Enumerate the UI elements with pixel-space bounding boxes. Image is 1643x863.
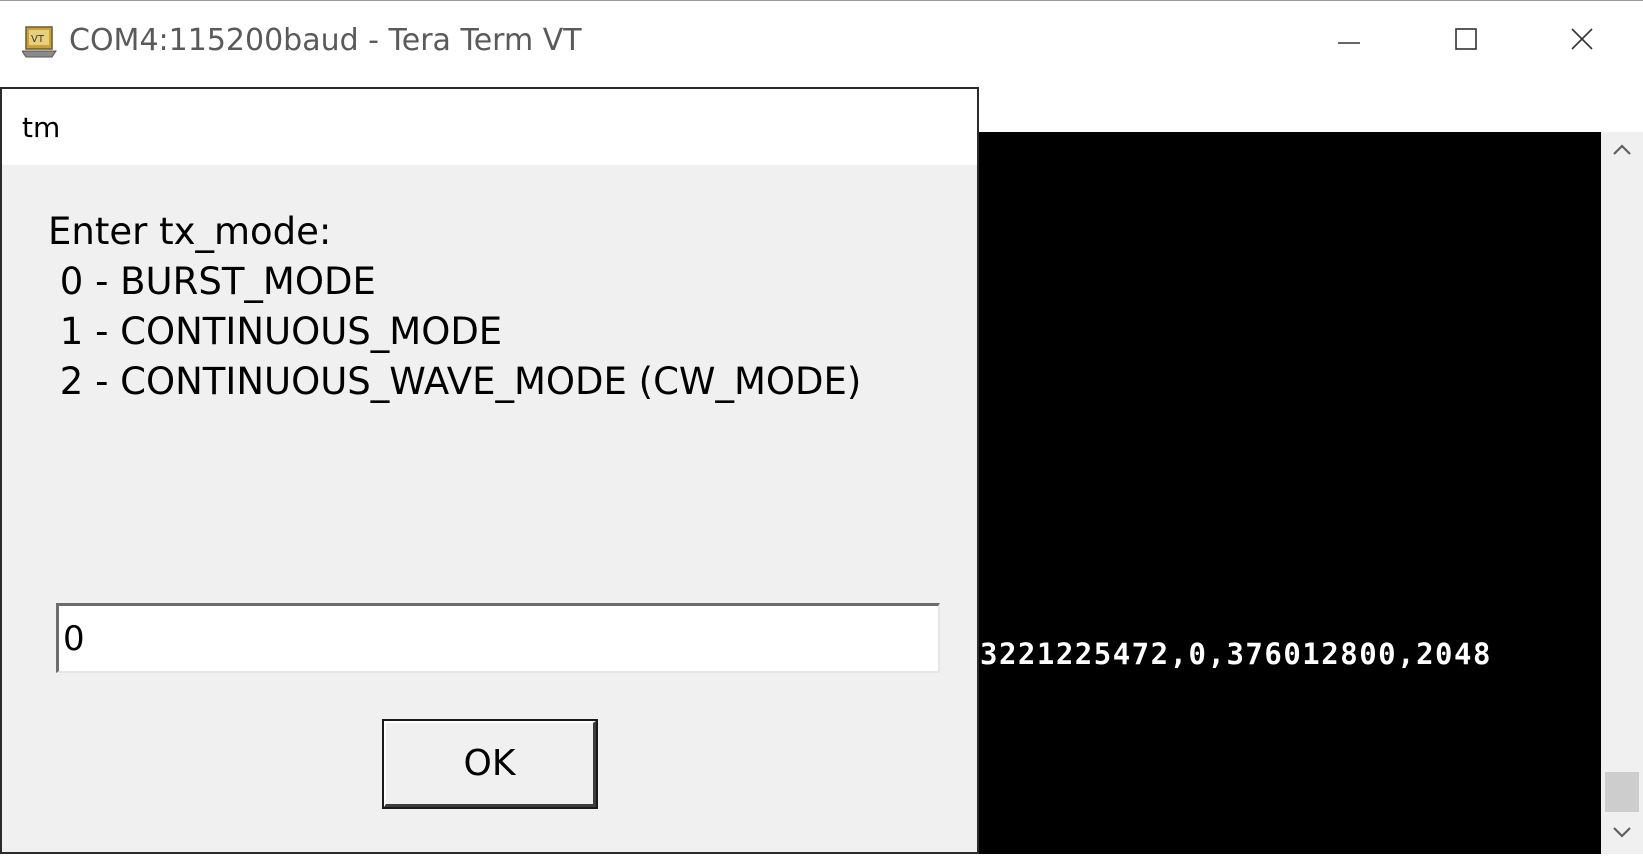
vertical-scrollbar[interactable] xyxy=(1601,132,1643,854)
title-bar: VT COM4:115200baud - Tera Term VT xyxy=(0,1,1643,87)
chevron-up-icon xyxy=(1612,143,1632,161)
terminal-line: 3221225472,0,376012800,2048 xyxy=(980,637,1492,671)
svg-text:VT: VT xyxy=(31,34,45,45)
dialog-message-line: 2 - CONTINUOUS_WAVE_MODE (CW_MODE) xyxy=(48,360,862,403)
terminal-area[interactable]: 3221225472,0,376012800,2048 xyxy=(978,132,1601,854)
close-button[interactable] xyxy=(1532,11,1632,71)
dialog-message-line: Enter tx_mode: xyxy=(48,210,332,253)
tx-mode-input[interactable] xyxy=(56,603,940,673)
scroll-up-button[interactable] xyxy=(1601,132,1643,172)
tera-term-window: VT COM4:115200baud - Tera Term VT 322122… xyxy=(0,0,1643,863)
minimize-icon xyxy=(1338,32,1362,50)
tera-term-icon: VT xyxy=(21,25,58,59)
dialog-message: Enter tx_mode: 0 - BURST_MODE 1 - CONTIN… xyxy=(48,207,861,407)
dialog-message-line: 0 - BURST_MODE xyxy=(48,260,376,303)
input-dialog: tm Enter tx_mode: 0 - BURST_MODE 1 - CON… xyxy=(0,87,979,854)
chevron-down-icon xyxy=(1612,825,1632,843)
window-title: COM4:115200baud - Tera Term VT xyxy=(69,23,582,58)
maximize-button[interactable] xyxy=(1416,11,1516,71)
scroll-down-button[interactable] xyxy=(1601,814,1643,854)
dialog-title-bar[interactable]: tm xyxy=(2,89,977,165)
maximize-icon xyxy=(1454,27,1478,56)
scroll-thumb[interactable] xyxy=(1605,772,1639,812)
ok-button[interactable]: OK xyxy=(384,721,596,807)
close-icon xyxy=(1570,27,1594,56)
minimize-button[interactable] xyxy=(1300,11,1400,71)
dialog-title: tm xyxy=(22,111,61,144)
dialog-message-line: 1 - CONTINUOUS_MODE xyxy=(48,310,503,353)
